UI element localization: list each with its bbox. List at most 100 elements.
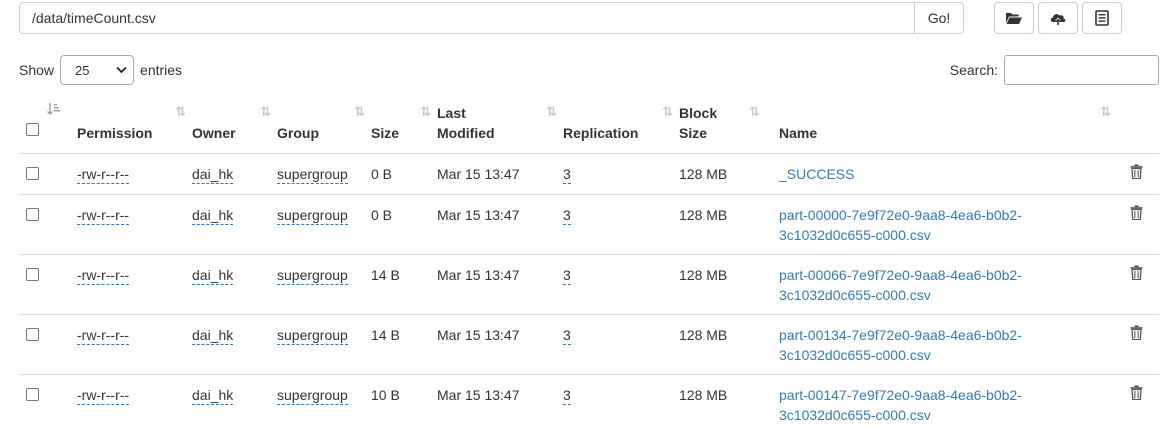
permission-cell[interactable]: -rw-r--r-- — [77, 206, 130, 225]
replication-cell[interactable]: 3 — [563, 165, 571, 184]
select-all-checkbox[interactable] — [26, 122, 39, 136]
cloud-upload-icon — [1049, 11, 1067, 26]
owner-cell[interactable]: dai_hk — [192, 266, 234, 285]
trash-icon[interactable] — [1130, 385, 1143, 400]
row-checkbox[interactable] — [26, 267, 39, 281]
modified-cell: Mar 15 13:47 — [437, 326, 520, 343]
sort-icon[interactable]: ⇅ — [420, 102, 431, 122]
block-size-cell: 128 MB — [679, 326, 728, 343]
group-header[interactable]: Group ⇅ — [277, 96, 371, 154]
row-checkbox[interactable] — [26, 387, 39, 401]
replication-cell[interactable]: 3 — [563, 206, 571, 225]
replication-header[interactable]: Replication ⇅ — [563, 96, 679, 154]
file-name-line2: 3c1032d0c655-c000.csv — [779, 406, 931, 423]
block-size-cell: 128 MB — [679, 386, 728, 403]
replication-cell[interactable]: 3 — [563, 326, 571, 345]
permission-header-label: Permission — [77, 124, 153, 141]
trash-icon[interactable] — [1130, 265, 1143, 280]
file-name-link[interactable]: part-00000-7e9f72e0-9aa8-4ea6-b0b2- 3c103… — [779, 205, 1159, 245]
size-cell: 0 B — [371, 206, 393, 223]
trash-icon[interactable] — [1130, 205, 1143, 220]
owner-header-label: Owner — [192, 124, 236, 141]
owner-cell[interactable]: dai_hk — [192, 326, 234, 345]
table-row: -rw-r--r-- dai_hk supergroup 0 B Mar 15 … — [19, 194, 1159, 255]
owner-cell[interactable]: dai_hk — [192, 386, 234, 405]
block-size-header[interactable]: Block Size ⇅ — [679, 96, 779, 154]
block-size-cell: 128 MB — [679, 206, 728, 223]
size-cell: 0 B — [371, 165, 393, 182]
block-size-cell: 128 MB — [679, 165, 728, 182]
table-row: -rw-r--r-- dai_hk supergroup 0 B Mar 15 … — [19, 153, 1159, 195]
sort-icon[interactable]: ⇅ — [354, 102, 365, 122]
search-label: Search: — [949, 62, 998, 78]
group-cell[interactable]: supergroup — [277, 266, 348, 285]
create-directory-button[interactable] — [994, 2, 1034, 34]
permission-cell[interactable]: -rw-r--r-- — [77, 266, 130, 285]
modified-cell: Mar 15 13:47 — [437, 165, 520, 182]
size-header-label: Size — [371, 124, 400, 141]
file-name-link[interactable]: part-00066-7e9f72e0-9aa8-4ea6-b0b2- 3c103… — [779, 265, 1159, 305]
size-cell: 10 B — [371, 386, 400, 403]
permission-cell[interactable]: -rw-r--r-- — [77, 165, 130, 184]
permission-header[interactable]: Permission ⇅ — [77, 96, 192, 154]
sort-ascending-icon[interactable] — [47, 102, 61, 122]
group-cell[interactable]: supergroup — [277, 165, 348, 184]
trash-icon[interactable] — [1130, 325, 1143, 340]
file-name-line2: 3c1032d0c655-c000.csv — [779, 226, 931, 243]
group-cell[interactable]: supergroup — [277, 386, 348, 405]
sort-icon[interactable]: ⇅ — [260, 102, 271, 122]
last-modified-header-label-line1: Last — [437, 104, 466, 121]
file-name-line2: 3c1032d0c655-c000.csv — [779, 346, 931, 363]
file-name-line1: part-00147-7e9f72e0-9aa8-4ea6-b0b2- — [779, 386, 1022, 403]
sort-icon[interactable]: ⇅ — [749, 102, 760, 122]
size-header[interactable]: Size ⇅ — [371, 96, 437, 154]
row-checkbox[interactable] — [26, 207, 39, 221]
file-name-link[interactable]: part-00147-7e9f72e0-9aa8-4ea6-b0b2- 3c103… — [779, 385, 1159, 425]
group-cell[interactable]: supergroup — [277, 326, 348, 345]
chevron-down-icon — [116, 66, 127, 74]
group-cell[interactable]: supergroup — [277, 206, 348, 225]
select-all-header[interactable] — [19, 96, 77, 154]
permission-cell[interactable]: -rw-r--r-- — [77, 326, 130, 345]
table-header-row: Permission ⇅ Owner ⇅ Group ⇅ Size ⇅ Last Modi… — [19, 96, 1159, 154]
trash-icon[interactable] — [1130, 164, 1143, 179]
sort-icon[interactable]: ⇅ — [546, 102, 557, 122]
block-size-header-label-line1: Block — [679, 104, 718, 121]
search-input[interactable] — [1004, 55, 1159, 85]
table-row: -rw-r--r-- dai_hk supergroup 14 B Mar 15… — [19, 314, 1159, 375]
entries-control: Show 25 entries — [19, 55, 182, 85]
owner-header[interactable]: Owner ⇅ — [192, 96, 277, 154]
row-checkbox[interactable] — [26, 327, 39, 341]
last-modified-header[interactable]: Last Modified ⇅ — [437, 96, 563, 154]
entries-label: entries — [140, 62, 183, 78]
path-input[interactable] — [19, 2, 915, 34]
size-cell: 14 B — [371, 326, 400, 343]
owner-cell[interactable]: dai_hk — [192, 165, 234, 184]
upload-button[interactable] — [1038, 2, 1078, 34]
list-alt-icon — [1095, 10, 1109, 26]
replication-cell[interactable]: 3 — [563, 386, 571, 405]
entries-select[interactable]: 25 — [60, 55, 135, 85]
file-name-link[interactable]: _SUCCESS — [779, 166, 854, 182]
row-checkbox[interactable] — [26, 166, 39, 180]
table-row: -rw-r--r-- dai_hk supergroup 10 B Mar 15… — [19, 374, 1159, 434]
block-size-cell: 128 MB — [679, 266, 728, 283]
replication-cell[interactable]: 3 — [563, 266, 571, 285]
go-button[interactable]: Go! — [914, 2, 964, 34]
folder-open-icon — [1005, 11, 1023, 25]
permission-cell[interactable]: -rw-r--r-- — [77, 386, 130, 405]
sort-icon[interactable]: ⇅ — [1100, 102, 1111, 122]
cut-paste-button[interactable] — [1082, 2, 1122, 34]
entries-select-value: 25 — [75, 62, 90, 78]
file-name-line2: 3c1032d0c655-c000.csv — [779, 286, 931, 303]
name-header-label: Name — [779, 124, 818, 141]
modified-cell: Mar 15 13:47 — [437, 386, 520, 403]
owner-cell[interactable]: dai_hk — [192, 206, 234, 225]
modified-cell: Mar 15 13:47 — [437, 266, 520, 283]
name-header[interactable]: Name ⇅ — [779, 96, 1159, 154]
file-name-link[interactable]: part-00134-7e9f72e0-9aa8-4ea6-b0b2- 3c103… — [779, 325, 1159, 365]
show-label: Show — [19, 62, 55, 78]
sort-icon[interactable]: ⇅ — [662, 102, 673, 122]
modified-cell: Mar 15 13:47 — [437, 206, 520, 223]
sort-icon[interactable]: ⇅ — [175, 102, 186, 122]
